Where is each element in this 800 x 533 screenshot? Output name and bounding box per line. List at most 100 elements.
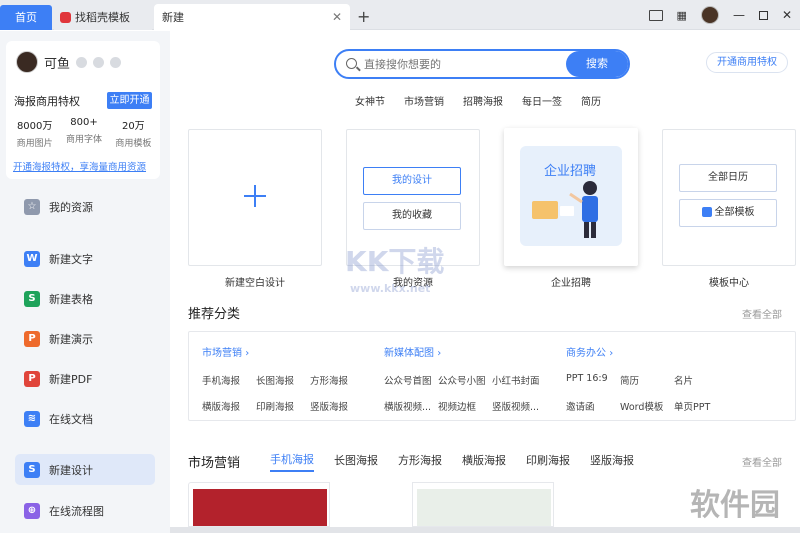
- hot-word[interactable]: 招聘海报: [463, 93, 503, 108]
- privilege-title: 海报商用特权: [14, 95, 80, 108]
- sidebar-item-label: 我的资源: [49, 200, 93, 214]
- vip-badge-icon: [93, 56, 105, 68]
- category-item[interactable]: 小红书封面: [492, 373, 546, 387]
- template-thumbnail[interactable]: [188, 482, 330, 527]
- flowchart-icon: ⊕: [24, 502, 40, 519]
- tab-long-poster[interactable]: 长图海报: [334, 452, 378, 471]
- kk-watermark: KK下载: [345, 245, 445, 278]
- tab-square-poster[interactable]: 方形海报: [398, 452, 442, 471]
- market-title: 市场营销: [188, 456, 241, 471]
- search-button[interactable]: 搜索: [566, 51, 628, 77]
- open-vip-button[interactable]: 开通商用特权: [706, 52, 788, 73]
- category-item[interactable]: 竖版视频...: [492, 399, 546, 413]
- online-doc-icon: ≋: [24, 410, 40, 427]
- avatar[interactable]: [16, 51, 38, 73]
- search-icon: [346, 58, 357, 69]
- writer-icon: W: [24, 250, 40, 267]
- category-item[interactable]: 方形海报: [310, 373, 364, 387]
- category-item[interactable]: Word模板: [620, 399, 674, 413]
- spreadsheet-icon: S: [24, 290, 40, 307]
- maximize-icon[interactable]: [758, 10, 768, 20]
- sidebar-item-my-resources[interactable]: ☆ 我的资源: [15, 191, 155, 222]
- vip-badge-icon: [76, 56, 88, 68]
- stat-label: 商用图片: [16, 139, 53, 149]
- sidebar-item-online-doc[interactable]: ≋ 在线文档: [15, 403, 155, 434]
- presentation-icon: P: [24, 330, 40, 347]
- recommend-categories: 市场营销 › 手机海报 长图海报 方形海报 横版海报 印刷海报 竖版海报 新媒体…: [188, 331, 796, 421]
- see-all-link[interactable]: 查看全部: [742, 454, 782, 469]
- hot-word[interactable]: 简历: [581, 93, 601, 108]
- category-column: 市场营销 › 手机海报 长图海报 方形海报 横版海报 印刷海报 竖版海报: [202, 344, 364, 413]
- horizontal-scrollbar[interactable]: [170, 527, 800, 533]
- see-all-link[interactable]: 查看全部: [742, 306, 782, 321]
- card-label: 企业招聘: [551, 278, 591, 289]
- tab-landscape-poster[interactable]: 横版海报: [462, 452, 506, 471]
- sidebar-item-new-pdf[interactable]: P 新建PDF: [15, 363, 155, 394]
- reading-mode-icon[interactable]: [648, 9, 663, 21]
- hot-word[interactable]: 市场营销: [404, 93, 444, 108]
- category-item[interactable]: 邀请函: [566, 399, 620, 413]
- tab-templates[interactable]: 找稻壳模板: [54, 5, 152, 30]
- my-design-button[interactable]: 我的设计: [363, 167, 461, 195]
- category-item[interactable]: 单页PPT: [674, 399, 728, 413]
- add-tab-icon[interactable]: +: [357, 7, 370, 26]
- category-item[interactable]: 公众号小图: [438, 373, 492, 387]
- sidebar: 可鱼 海报商用特权 立即开通 8000万 商用图片 800+ 商用字体 20万 商用模…: [0, 31, 170, 533]
- open-privilege-button[interactable]: 立即开通: [107, 92, 152, 109]
- category-item[interactable]: 竖版海报: [310, 399, 364, 413]
- sidebar-item-new-sheet[interactable]: S 新建表格: [15, 283, 155, 314]
- category-item[interactable]: 横版海报: [202, 399, 256, 413]
- category-item[interactable]: 手机海报: [202, 373, 256, 387]
- category-item[interactable]: 名片: [674, 373, 728, 387]
- sidebar-item-flowchart[interactable]: ⊕ 在线流程图: [15, 495, 155, 526]
- search-input[interactable]: [364, 56, 564, 72]
- category-item[interactable]: 简历: [620, 373, 674, 387]
- template-thumbnail[interactable]: [412, 482, 554, 527]
- stat-number: 8000万: [16, 121, 53, 132]
- category-head[interactable]: 市场营销 ›: [202, 344, 364, 359]
- category-item[interactable]: 印刷海报: [256, 399, 310, 413]
- sidebar-item-new-presentation[interactable]: P 新建演示: [15, 323, 155, 354]
- main-content: 搜索 开通商用特权 女神节 市场营销 招聘海报 每日一签 简历 新建空白设计 我…: [170, 31, 800, 533]
- sidebar-item-new-design[interactable]: S 新建设计: [15, 454, 155, 485]
- category-item[interactable]: 横版视频...: [384, 399, 438, 413]
- window-close-icon[interactable]: ✕: [782, 8, 792, 22]
- enterprise-recruitment-card[interactable]: 企业招聘: [504, 128, 638, 266]
- category-head[interactable]: 新媒体配图 ›: [384, 344, 546, 359]
- tab-home[interactable]: 首页: [0, 5, 52, 30]
- all-calendar-button[interactable]: 全部日历: [679, 164, 777, 192]
- all-templates-label: 全部模板: [714, 207, 755, 218]
- minimize-icon[interactable]: —: [733, 8, 745, 22]
- category-head[interactable]: 商务办公 ›: [566, 344, 728, 359]
- tab-new[interactable]: 新建 ✕: [154, 4, 350, 31]
- template-center-card: 全部日历 全部模板: [662, 129, 796, 266]
- category-item[interactable]: 公众号首图: [384, 373, 438, 387]
- tab-print-poster[interactable]: 印刷海报: [526, 452, 570, 471]
- sidebar-item-label: 新建设计: [49, 463, 93, 477]
- category-head-label: 新媒体配图: [384, 348, 434, 359]
- sidebar-item-label: 在线流程图: [49, 504, 104, 518]
- category-item[interactable]: PPT 16:9: [566, 373, 620, 387]
- sidebar-item-label: 新建文字: [49, 252, 93, 266]
- category-head-label: 市场营销: [202, 348, 242, 359]
- sidebar-item-new-text[interactable]: W 新建文字: [15, 243, 155, 274]
- grid-apps-icon[interactable]: ▦: [677, 9, 687, 22]
- user-avatar-icon[interactable]: [700, 6, 719, 24]
- user-card: 可鱼 海报商用特权 立即开通 8000万 商用图片 800+ 商用字体 20万 商用模…: [6, 41, 160, 179]
- design-icon: S: [24, 461, 40, 478]
- category-item[interactable]: 视频边框: [438, 399, 492, 413]
- search-bar: 搜索: [334, 49, 630, 79]
- new-blank-design-card[interactable]: [188, 129, 322, 266]
- hot-word[interactable]: 女神节: [355, 93, 385, 108]
- stat-templates: 20万 商用模板: [115, 117, 151, 149]
- close-tab-icon[interactable]: ✕: [332, 4, 342, 31]
- all-templates-button[interactable]: 全部模板: [679, 199, 777, 227]
- card-label: 新建空白设计: [225, 278, 285, 289]
- hot-word[interactable]: 每日一签: [522, 93, 562, 108]
- my-favorites-button[interactable]: 我的收藏: [363, 202, 461, 230]
- category-item[interactable]: 长图海报: [256, 373, 310, 387]
- tab-mobile-poster[interactable]: 手机海报: [270, 451, 315, 472]
- category-column: 新媒体配图 › 公众号首图 公众号小图 小红书封面 横版视频... 视频边框 竖…: [384, 344, 546, 413]
- privilege-link[interactable]: 开通海报特权，享海量商用资源: [13, 159, 146, 173]
- tab-portrait-poster[interactable]: 竖版海报: [590, 452, 634, 471]
